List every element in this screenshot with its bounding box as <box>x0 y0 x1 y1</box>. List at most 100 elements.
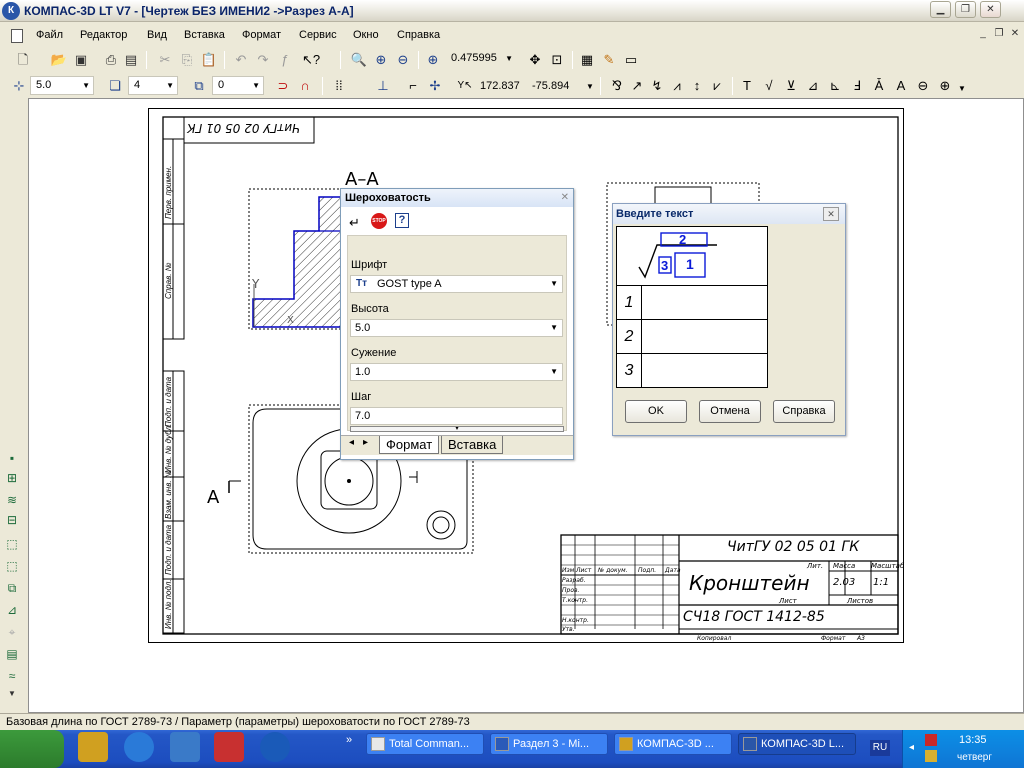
tray-app-icon[interactable] <box>925 734 937 746</box>
layer-combo[interactable]: 4 ▼ <box>128 76 178 95</box>
position-tool-icon[interactable]: Ⅎ <box>848 77 866 95</box>
ok-button[interactable]: OK <box>625 400 687 423</box>
mdi-close-icon[interactable]: ✕ <box>1008 28 1022 39</box>
center-mark-icon[interactable]: ⊕ <box>936 77 954 95</box>
text-dialog-close-icon[interactable]: ✕ <box>823 207 839 221</box>
help-icon[interactable]: ? <box>395 213 409 228</box>
scroll-handle[interactable]: ▾ <box>350 426 564 432</box>
designations-icon[interactable]: ≋ <box>3 492 21 508</box>
kompas-quick-icon[interactable] <box>260 732 290 762</box>
save-icon[interactable]: ▣ <box>72 51 90 69</box>
language-indicator[interactable]: RU <box>870 740 890 756</box>
dimensions-icon[interactable]: ⊞ <box>3 470 21 486</box>
local-cs-icon[interactable]: ⊥ <box>374 77 392 95</box>
new-file-icon[interactable]: 🗋 <box>14 51 32 69</box>
task-total-commander[interactable]: Total Comman... <box>366 733 484 755</box>
mdi-minimize-icon[interactable]: _ <box>976 28 990 39</box>
minimize-button[interactable]: ▁ <box>930 1 951 18</box>
symbol-field-top[interactable]: 2 <box>679 232 686 247</box>
roughness-close-icon[interactable]: ✕ <box>561 192 569 203</box>
tab-insert[interactable]: Вставка <box>441 436 504 454</box>
tolerance-tool-icon[interactable]: ⊿ <box>804 77 822 95</box>
mdi-restore-icon[interactable]: ❐ <box>992 28 1006 39</box>
enter-icon[interactable]: ↵ <box>349 215 360 231</box>
dim-tool-5-icon[interactable]: ↕ <box>688 77 706 95</box>
narrow-select[interactable]: 1.0 ▼ <box>350 363 563 381</box>
taskbar-more[interactable]: » <box>346 734 352 746</box>
zoom-window-icon[interactable]: 🔍 <box>350 51 368 69</box>
parametric-icon[interactable]: ⬚ <box>3 536 21 552</box>
zoom-combo[interactable]: 0.475995 ▼ <box>446 50 516 69</box>
dialog-help-button[interactable]: Справка <box>773 400 835 423</box>
dim-tool-6-icon[interactable]: ⩗ <box>708 77 726 95</box>
text-row[interactable]: 1 <box>617 285 767 319</box>
ortho-icon[interactable]: ⌐ <box>404 77 422 95</box>
associative-icon[interactable]: ⊿ <box>3 602 21 618</box>
undo-icon[interactable]: ↶ <box>232 51 250 69</box>
reports-icon[interactable]: ▤ <box>3 646 21 662</box>
mark-tool-icon[interactable]: Ǡ <box>870 77 888 95</box>
tab-prev-icon[interactable]: ◂ <box>349 437 354 448</box>
spec-icon[interactable]: ⌖ <box>3 624 21 640</box>
close-button[interactable]: ✕ <box>980 1 1001 18</box>
roughness-tool-icon[interactable]: √ <box>760 77 778 95</box>
insert-icon[interactable]: ≈ <box>3 668 21 684</box>
start-button[interactable] <box>0 730 64 768</box>
menu-insert[interactable]: Вставка <box>184 29 225 41</box>
base-tool-icon[interactable]: ⊻ <box>782 77 800 95</box>
tray-expand-icon[interactable]: ◂ <box>909 742 914 753</box>
function-icon[interactable]: ƒ <box>276 51 294 69</box>
text-row[interactable]: 3 <box>617 353 767 387</box>
dim-tool-2-icon[interactable]: ↗ <box>628 77 646 95</box>
tray-app2-icon[interactable] <box>925 750 937 762</box>
zoom-in-icon[interactable]: ⊕ <box>372 51 390 69</box>
leader-tool-icon[interactable]: ⊾ <box>826 77 844 95</box>
paste-icon[interactable]: 📋 <box>200 51 218 69</box>
quicklaunch-1-icon[interactable] <box>78 732 108 762</box>
help-pointer-icon[interactable]: ↖? <box>302 51 320 69</box>
refresh-icon[interactable]: ✎ <box>600 51 618 69</box>
menu-window[interactable]: Окно <box>353 29 379 41</box>
cursor-icon[interactable]: ✢ <box>426 77 444 95</box>
menu-service[interactable]: Сервис <box>299 29 337 41</box>
select-icon[interactable]: ⧉ <box>3 580 21 596</box>
axis-tool-icon[interactable]: A <box>892 77 910 95</box>
cancel-button[interactable]: Отмена <box>699 400 761 423</box>
cut-icon[interactable]: ✂ <box>156 51 174 69</box>
task-kompas-1[interactable]: КОМПАС-3D ... <box>614 733 732 755</box>
font-select[interactable]: Tт GOST type A ▼ <box>350 275 563 293</box>
height-select[interactable]: 5.0 ▼ <box>350 319 563 337</box>
clock[interactable]: 13:35 <box>959 734 987 746</box>
dim-tool-4-icon[interactable]: ⩘ <box>668 77 686 95</box>
open-folder-icon[interactable]: 📂 <box>50 51 68 69</box>
document-icon[interactable] <box>11 29 23 43</box>
display-icon[interactable]: ▭ <box>622 51 640 69</box>
text-tool-icon[interactable]: T <box>738 77 756 95</box>
symbol-field-left[interactable]: 3 <box>661 258 668 273</box>
style-combo[interactable]: 0 ▼ <box>212 76 264 95</box>
task-word[interactable]: Раздел 3 - Mi... <box>490 733 608 755</box>
step-field[interactable]: 7.0 <box>350 407 563 425</box>
menu-format[interactable]: Формат <box>242 29 281 41</box>
floppy-icon[interactable] <box>214 732 244 762</box>
dim-tool-1-icon[interactable]: ⅋ <box>608 77 626 95</box>
show-all-icon[interactable]: ⊡ <box>548 51 566 69</box>
editing-icon[interactable]: ⊟ <box>3 512 21 528</box>
more-tools-icon[interactable]: ▼ <box>958 84 966 93</box>
measure-icon[interactable]: ⬚ <box>3 558 21 574</box>
menu-file[interactable]: Файл <box>36 29 63 41</box>
step-combo[interactable]: 5.0 ▼ <box>30 76 94 95</box>
text-row[interactable]: 2 <box>617 319 767 353</box>
menu-edit[interactable]: Редактор <box>80 29 127 41</box>
zoom-scale-icon[interactable]: ⊕ <box>424 51 442 69</box>
copy-icon[interactable]: ⎘ <box>178 51 196 69</box>
desktop-icon[interactable] <box>170 732 200 762</box>
menu-help[interactable]: Справка <box>397 29 440 41</box>
task-kompas-2[interactable]: КОМПАС-3D L... <box>738 733 856 755</box>
properties-icon[interactable]: ▦ <box>578 51 596 69</box>
stop-icon[interactable]: STOP <box>371 213 387 229</box>
ie-icon[interactable] <box>124 732 154 762</box>
print-icon[interactable]: ⎙ <box>102 51 120 69</box>
snap-icon[interactable]: ⊃ <box>274 77 292 95</box>
zoom-out-icon[interactable]: ⊖ <box>394 51 412 69</box>
